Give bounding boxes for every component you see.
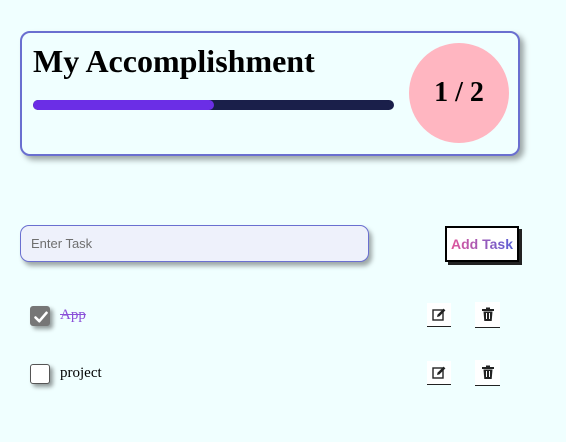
delete-task-button[interactable] bbox=[475, 360, 500, 386]
completion-count-badge: 1 / 2 bbox=[409, 43, 509, 143]
task-label: App bbox=[60, 307, 86, 323]
add-task-button[interactable]: Add Task bbox=[445, 226, 519, 262]
task-checkbox[interactable] bbox=[30, 306, 50, 326]
edit-icon bbox=[432, 308, 446, 321]
task-input[interactable] bbox=[20, 225, 369, 262]
progress-bar-fill bbox=[33, 100, 214, 110]
edit-task-button[interactable] bbox=[427, 303, 451, 327]
trash-icon bbox=[481, 365, 494, 379]
accomplishment-card: My Accomplishment 1 / 2 bbox=[20, 31, 520, 156]
task-checkbox[interactable] bbox=[30, 364, 50, 384]
delete-task-button[interactable] bbox=[475, 302, 500, 328]
page-title: My Accomplishment bbox=[33, 43, 315, 79]
list-item: App bbox=[30, 302, 510, 328]
check-icon bbox=[34, 311, 48, 323]
list-item: project bbox=[30, 360, 510, 386]
trash-icon bbox=[481, 307, 494, 321]
completion-count-text: 1 / 2 bbox=[434, 77, 484, 108]
edit-icon bbox=[432, 366, 446, 379]
progress-bar bbox=[33, 100, 394, 110]
add-task-button-label: Add Task bbox=[451, 236, 513, 252]
edit-task-button[interactable] bbox=[427, 361, 451, 385]
task-label: project bbox=[60, 365, 102, 381]
